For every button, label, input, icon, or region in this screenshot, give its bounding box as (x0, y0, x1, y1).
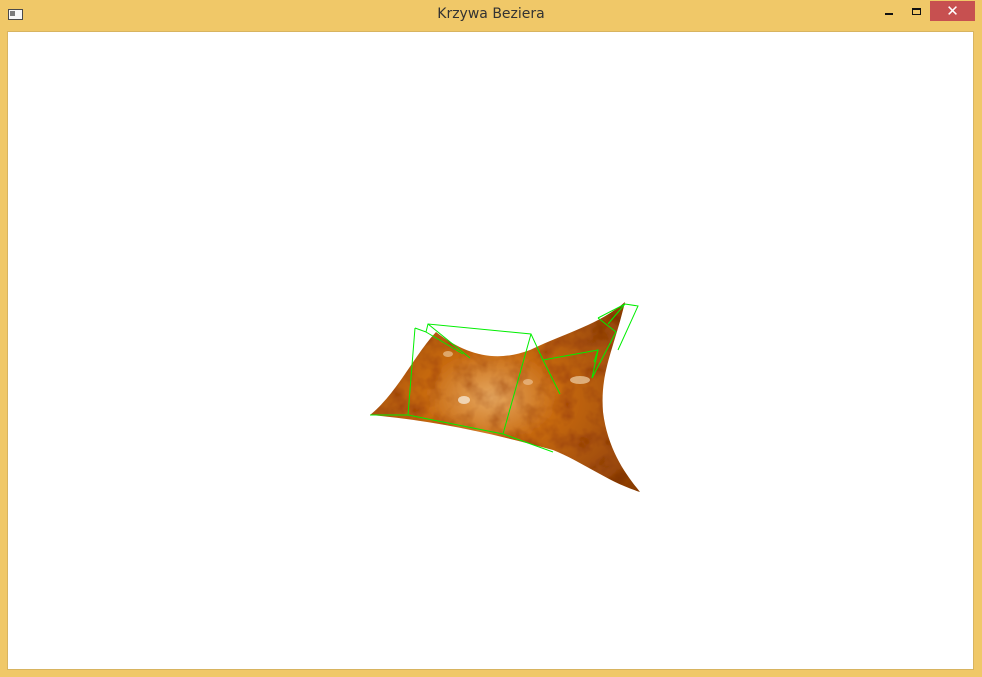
surface-highlight (458, 396, 470, 404)
close-button[interactable]: ✕ (930, 1, 975, 21)
close-icon: ✕ (946, 2, 959, 20)
app-window: Krzywa Beziera ✕ (0, 0, 982, 677)
render-canvas[interactable] (7, 31, 974, 670)
title-bar[interactable]: Krzywa Beziera ✕ (0, 0, 982, 31)
surface-highlight (443, 351, 453, 357)
maximize-button[interactable] (903, 1, 929, 21)
surface-highlight (523, 379, 533, 385)
minimize-icon (885, 13, 893, 15)
minimize-button[interactable] (876, 1, 902, 21)
surface-highlight (570, 376, 590, 384)
bezier-surface-view[interactable] (8, 32, 975, 671)
maximize-icon (911, 7, 921, 15)
window-title: Krzywa Beziera (437, 6, 545, 22)
bezier-surface-patch (370, 302, 640, 492)
